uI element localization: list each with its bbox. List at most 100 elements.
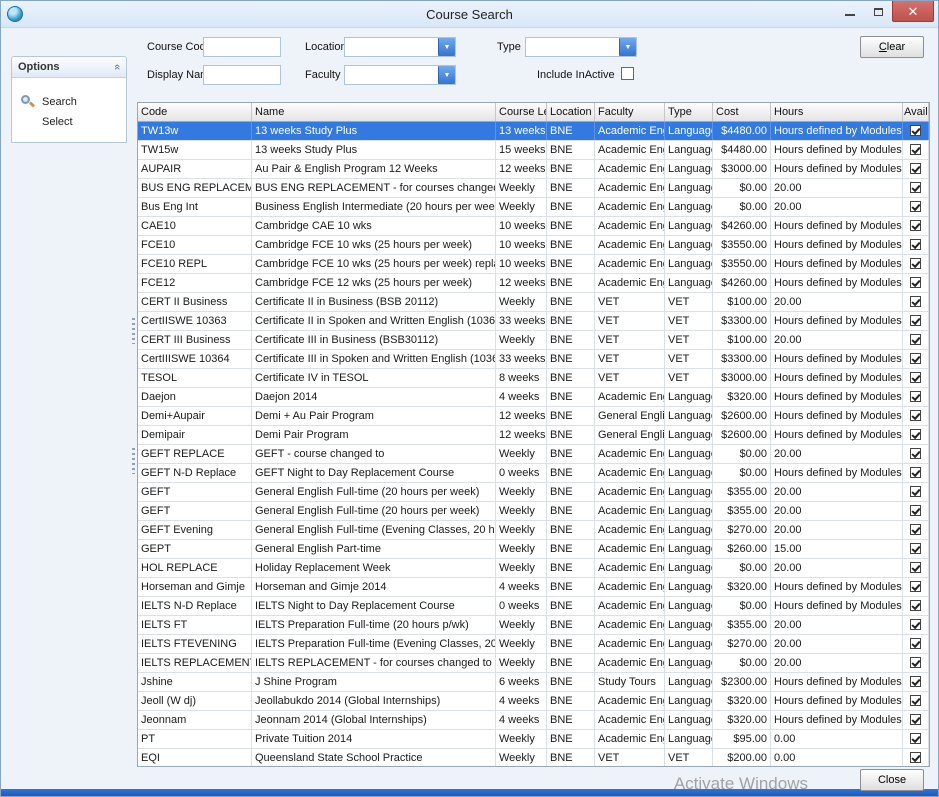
grid-row[interactable]: TW15w13 weeks Study Plus15 weeksBNEAcade…: [138, 141, 929, 160]
grid-row[interactable]: FCE10 REPLCambridge FCE 10 wks (25 hours…: [138, 255, 929, 274]
avail-checkbox[interactable]: [910, 752, 921, 763]
column-header-cost[interactable]: Cost: [713, 103, 771, 121]
faculty-dropdown[interactable]: ▼: [344, 65, 456, 85]
grid-row[interactable]: GEFT N-D ReplaceGEFT Night to Day Replac…: [138, 464, 929, 483]
avail-checkbox[interactable]: [910, 125, 921, 136]
avail-checkbox[interactable]: [910, 467, 921, 478]
chevron-down-icon[interactable]: ▼: [438, 66, 455, 84]
grid-row[interactable]: GEPTGeneral English Part-timeWeeklyBNEAc…: [138, 540, 929, 559]
grid-row[interactable]: FCE12Cambridge FCE 12 wks (25 hours per …: [138, 274, 929, 293]
avail-checkbox[interactable]: [910, 277, 921, 288]
chevron-down-icon[interactable]: ▼: [619, 38, 636, 56]
avail-checkbox[interactable]: [910, 657, 921, 668]
grid-row[interactable]: PTPrivate Tuition 2014WeeklyBNEAcademic …: [138, 730, 929, 749]
include-inactive-checkbox[interactable]: [621, 67, 634, 80]
grid-row[interactable]: IELTS N-D ReplaceIELTS Night to Day Repl…: [138, 597, 929, 616]
avail-checkbox[interactable]: [910, 429, 921, 440]
grid-row[interactable]: GEFTGeneral English Full-time (20 hours …: [138, 483, 929, 502]
avail-checkbox[interactable]: [910, 486, 921, 497]
column-header-code[interactable]: Code: [138, 103, 252, 121]
grid-row[interactable]: IELTS FTIELTS Preparation Full-time (20 …: [138, 616, 929, 635]
grid-row[interactable]: GEFT EveningGeneral English Full-time (E…: [138, 521, 929, 540]
avail-checkbox[interactable]: [910, 220, 921, 231]
course-code-input[interactable]: [203, 37, 281, 57]
type-dropdown[interactable]: ▼: [525, 37, 637, 57]
avail-checkbox[interactable]: [910, 600, 921, 611]
grid-row[interactable]: TW13w13 weeks Study Plus13 weeksBNEAcade…: [138, 122, 929, 141]
close-button[interactable]: Close: [860, 769, 924, 791]
avail-checkbox[interactable]: [910, 733, 921, 744]
avail-checkbox[interactable]: [910, 619, 921, 630]
grid-row[interactable]: FCE10Cambridge FCE 10 wks (25 hours per …: [138, 236, 929, 255]
location-dropdown[interactable]: ▼: [344, 37, 456, 57]
grid-row[interactable]: GEFT REPLACEGEFT - course changed toWeek…: [138, 445, 929, 464]
avail-checkbox[interactable]: [910, 296, 921, 307]
column-header-name[interactable]: Name: [252, 103, 496, 121]
avail-checkbox[interactable]: [910, 695, 921, 706]
sidebar-item-select[interactable]: Select: [20, 112, 126, 132]
column-header-length[interactable]: Course Length: [496, 103, 547, 121]
grid-row[interactable]: EQIQueensland State School PracticeWeekl…: [138, 749, 929, 766]
grid-row[interactable]: Bus Eng IntBusiness English Intermediate…: [138, 198, 929, 217]
avail-checkbox[interactable]: [910, 391, 921, 402]
avail-checkbox[interactable]: [910, 144, 921, 155]
grid-row[interactable]: Demi+AupairDemi + Au Pair Program12 week…: [138, 407, 929, 426]
column-header-hours[interactable]: Hours: [771, 103, 903, 121]
avail-checkbox[interactable]: [910, 581, 921, 592]
avail-checkbox[interactable]: [910, 676, 921, 687]
options-panel: Options « Search Select: [11, 56, 127, 143]
avail-checkbox[interactable]: [910, 562, 921, 573]
avail-checkbox[interactable]: [910, 315, 921, 326]
minimize-button[interactable]: [836, 1, 864, 22]
avail-checkbox[interactable]: [910, 524, 921, 535]
sidebar-splitter[interactable]: [131, 28, 137, 789]
avail-checkbox[interactable]: [910, 334, 921, 345]
cell-hours: Hours defined by Modules: [771, 578, 903, 596]
grid-row[interactable]: CertIIISWE 10364Certificate III in Spoke…: [138, 350, 929, 369]
close-window-button[interactable]: ✕: [892, 1, 934, 22]
grid-row[interactable]: CAE10Cambridge CAE 10 wks10 weeksBNEAcad…: [138, 217, 929, 236]
grid-row[interactable]: JeonnamJeonnam 2014 (Global Internships)…: [138, 711, 929, 730]
avail-checkbox[interactable]: [910, 239, 921, 250]
grid-row[interactable]: IELTS FTEVENINGIELTS Preparation Full-ti…: [138, 635, 929, 654]
display-name-input[interactable]: [203, 65, 281, 85]
grid-row[interactable]: CertIISWE 10363Certificate II in Spoken …: [138, 312, 929, 331]
clear-button[interactable]: Clear: [860, 36, 924, 58]
grid-row[interactable]: GEFTGeneral English Full-time (20 hours …: [138, 502, 929, 521]
avail-checkbox[interactable]: [910, 410, 921, 421]
avail-checkbox[interactable]: [910, 201, 921, 212]
avail-checkbox[interactable]: [910, 505, 921, 516]
collapse-icon[interactable]: «: [111, 64, 123, 70]
avail-checkbox[interactable]: [910, 258, 921, 269]
avail-checkbox[interactable]: [910, 543, 921, 554]
grid-row[interactable]: DaejonDaejon 20144 weeksBNEAcademic Engl…: [138, 388, 929, 407]
grid-row[interactable]: Jeoll (W dj)Jeollabukdo 2014 (Global Int…: [138, 692, 929, 711]
grid-row[interactable]: BUS ENG REPLACEMENTBUS ENG REPLACEMENT -…: [138, 179, 929, 198]
column-header-type[interactable]: Type: [665, 103, 713, 121]
options-header[interactable]: Options «: [12, 57, 126, 78]
column-header-avail[interactable]: Avail: [903, 103, 929, 121]
titlebar[interactable]: Course Search ✕: [1, 1, 938, 28]
grid-row[interactable]: DemipairDemi Pair Program12 weeksBNEGene…: [138, 426, 929, 445]
avail-checkbox[interactable]: [910, 714, 921, 725]
grid-row[interactable]: IELTS REPLACEMENTIELTS REPLACEMENT - for…: [138, 654, 929, 673]
grid-row[interactable]: Horseman and GimjeHorseman and Gimje 201…: [138, 578, 929, 597]
grid-row[interactable]: CERT III BusinessCertificate III in Busi…: [138, 331, 929, 350]
avail-checkbox[interactable]: [910, 448, 921, 459]
avail-checkbox[interactable]: [910, 638, 921, 649]
column-header-location[interactable]: Location: [547, 103, 595, 121]
avail-checkbox[interactable]: [910, 353, 921, 364]
avail-checkbox[interactable]: [910, 163, 921, 174]
grid-row[interactable]: TESOLCertificate IV in TESOL8 weeksBNEVE…: [138, 369, 929, 388]
grid-row[interactable]: CERT II BusinessCertificate II in Busine…: [138, 293, 929, 312]
sidebar-item-search[interactable]: Search: [20, 92, 126, 112]
maximize-button[interactable]: [864, 1, 892, 22]
cell-hours: 20.00: [771, 483, 903, 501]
avail-checkbox[interactable]: [910, 182, 921, 193]
grid-row[interactable]: JshineJ Shine Program6 weeksBNEStudy Tou…: [138, 673, 929, 692]
chevron-down-icon[interactable]: ▼: [438, 38, 455, 56]
grid-row[interactable]: HOL REPLACEHoliday Replacement WeekWeekl…: [138, 559, 929, 578]
grid-row[interactable]: AUPAIRAu Pair & English Program 12 Weeks…: [138, 160, 929, 179]
avail-checkbox[interactable]: [910, 372, 921, 383]
column-header-faculty[interactable]: Faculty: [595, 103, 665, 121]
